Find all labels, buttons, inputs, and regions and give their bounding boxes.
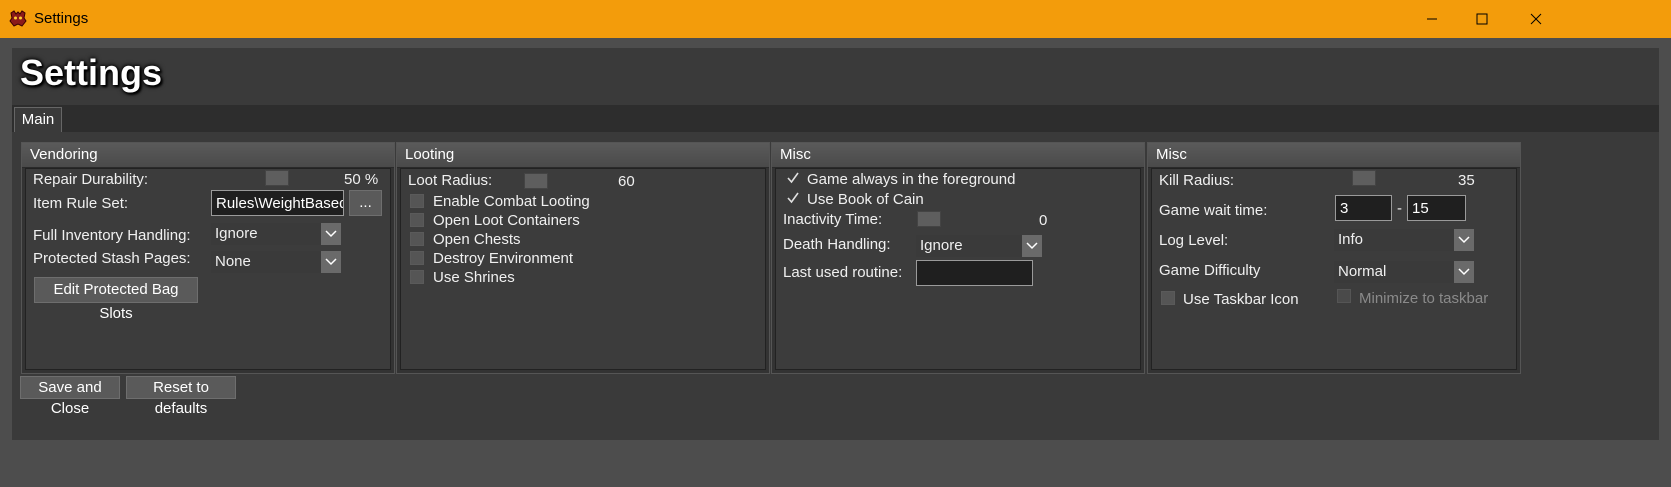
minimize-icon	[1427, 18, 1437, 20]
minimize-button[interactable]	[1409, 0, 1455, 38]
protected-stash-select[interactable]: None	[211, 251, 341, 273]
edit-protected-bag-slots-button[interactable]: Edit Protected Bag Slots	[34, 277, 198, 322]
loot-radius-label: Loot Radius:	[408, 172, 493, 189]
death-handling-value: Ignore	[920, 237, 963, 254]
enable-combat-looting-checkbox[interactable]	[410, 194, 424, 208]
maximize-button[interactable]	[1459, 0, 1505, 38]
inactivity-time-slider[interactable]	[917, 211, 941, 227]
open-loot-containers-checkbox[interactable]	[410, 213, 424, 227]
repair-durability-value: 50 %	[344, 171, 379, 188]
protected-stash-label: Protected Stash Pages:	[33, 250, 191, 267]
kill-radius-label: Kill Radius:	[1159, 172, 1235, 189]
death-handling-select[interactable]: Ignore	[916, 235, 1042, 257]
game-wait-time-label: Game wait time:	[1159, 202, 1268, 219]
window-edge	[1659, 38, 1671, 487]
full-inventory-value: Ignore	[215, 225, 258, 242]
chevron-down-icon	[1454, 261, 1474, 283]
tab-main[interactable]: Main	[14, 107, 62, 132]
page-title: Settings	[20, 52, 163, 93]
kill-radius-value: 35	[1458, 172, 1475, 189]
loot-radius-value: 60	[618, 173, 635, 190]
use-taskbar-icon-label: Use Taskbar Icon	[1183, 291, 1299, 308]
misc-header-2: Misc	[1148, 143, 1520, 168]
inactivity-time-value: 0	[1039, 212, 1048, 229]
chevron-down-icon	[321, 251, 341, 273]
minimize-to-taskbar-checkbox	[1337, 289, 1351, 303]
browse-button[interactable]: ...	[349, 190, 382, 216]
checkmark-icon	[787, 192, 799, 204]
chevron-down-icon	[1022, 235, 1042, 257]
log-level-select[interactable]: Info	[1334, 229, 1474, 251]
close-button[interactable]	[1513, 0, 1559, 38]
wait-time-min-input[interactable]: 3	[1335, 195, 1392, 221]
maximize-icon	[1476, 13, 1488, 25]
looting-header: Looting	[397, 143, 769, 168]
misc-header-1: Misc	[772, 143, 1144, 168]
game-difficulty-label: Game Difficulty	[1159, 262, 1261, 279]
wait-time-max-input[interactable]: 15	[1407, 195, 1466, 221]
open-chests-label: Open Chests	[433, 231, 521, 248]
kill-radius-slider[interactable]	[1352, 170, 1376, 186]
open-loot-containers-label: Open Loot Containers	[433, 212, 580, 229]
reset-to-defaults-button[interactable]: Reset to defaults	[126, 376, 236, 417]
full-inventory-select[interactable]: Ignore	[211, 223, 341, 245]
title-bar: Settings	[0, 0, 1671, 38]
full-inventory-label: Full Inventory Handling:	[33, 227, 191, 244]
vendoring-header: Vendoring	[22, 143, 394, 168]
inactivity-time-label: Inactivity Time:	[783, 211, 883, 228]
app-icon	[9, 10, 27, 27]
use-shrines-checkbox[interactable]	[410, 270, 424, 284]
use-taskbar-icon-checkbox[interactable]	[1161, 291, 1175, 305]
tab-strip	[12, 105, 1659, 133]
minimize-to-taskbar-label: Minimize to taskbar	[1359, 290, 1489, 307]
save-and-close-button[interactable]: Save and Close	[20, 376, 120, 417]
use-shrines-label: Use Shrines	[433, 269, 515, 286]
destroy-environment-label: Destroy Environment	[433, 250, 574, 267]
last-routine-input[interactable]	[916, 260, 1033, 286]
game-difficulty-value: Normal	[1338, 263, 1387, 280]
protected-stash-value: None	[215, 253, 251, 270]
foreground-checkbox[interactable]	[786, 171, 800, 185]
checkmark-icon	[787, 172, 799, 184]
open-chests-checkbox[interactable]	[410, 232, 424, 246]
item-rule-set-input[interactable]: Rules\WeightBasedF	[211, 190, 344, 216]
wait-time-separator: -	[1397, 200, 1402, 217]
loot-radius-slider[interactable]	[524, 173, 548, 189]
repair-durability-label: Repair Durability:	[33, 171, 149, 188]
enable-combat-looting-label: Enable Combat Looting	[433, 193, 590, 210]
destroy-environment-checkbox[interactable]	[410, 251, 424, 265]
game-difficulty-select[interactable]: Normal	[1334, 261, 1474, 283]
repair-durability-slider[interactable]	[265, 170, 289, 186]
window-title: Settings	[34, 10, 89, 27]
log-level-label: Log Level:	[1159, 232, 1229, 249]
close-icon	[1530, 13, 1542, 25]
chevron-down-icon	[1454, 229, 1474, 251]
chevron-down-icon	[321, 223, 341, 245]
last-routine-label: Last used routine:	[783, 264, 903, 281]
foreground-label: Game always in the foreground	[807, 171, 1016, 188]
book-of-cain-checkbox[interactable]	[786, 191, 800, 205]
book-of-cain-label: Use Book of Cain	[807, 191, 924, 208]
item-rule-set-label: Item Rule Set:	[33, 195, 129, 212]
log-level-value: Info	[1338, 231, 1364, 248]
death-handling-label: Death Handling:	[783, 236, 891, 253]
